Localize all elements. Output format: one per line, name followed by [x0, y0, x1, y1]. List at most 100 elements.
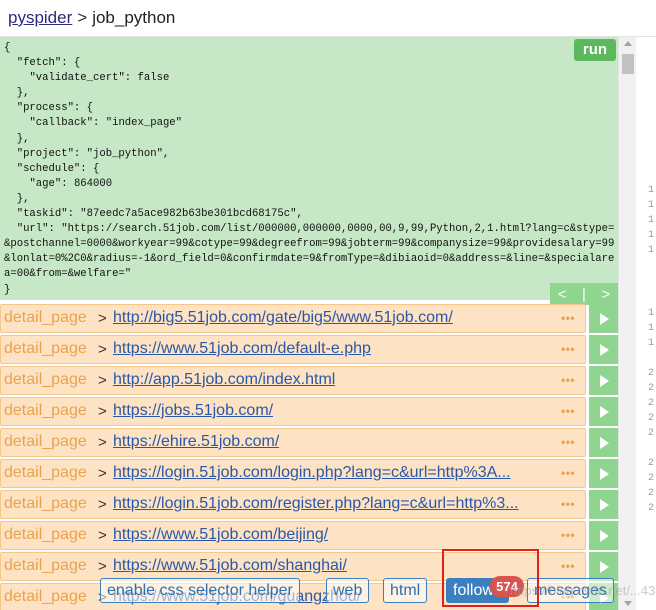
console-line-digit: 1 [647, 308, 654, 319]
play-icon [599, 436, 609, 449]
follow-callback[interactable]: detail_page [4, 402, 87, 420]
play-icon [599, 560, 609, 573]
follow-url-link[interactable]: https://ehire.51job.com/ [113, 433, 279, 451]
follow-row: detail_page > https://login.51job.com/logi… [0, 459, 618, 490]
json-line: }, [4, 192, 30, 205]
follow-row: detail_page > https://jobs.51job.com/ ••• [0, 397, 618, 428]
console-line-digit: 2 [647, 503, 654, 514]
console-line-digit: 2 [647, 398, 654, 409]
play-icon [599, 343, 609, 356]
debug-left-pane: { "fetch": { "validate_cert": false }, "… [0, 37, 618, 610]
follow-run-button[interactable] [589, 521, 618, 550]
scroll-down-arrow-icon[interactable] [624, 601, 632, 606]
follow-arrow: > [98, 403, 107, 420]
follow-callback[interactable]: detail_page [4, 588, 87, 606]
scrollbar-thumb[interactable] [622, 54, 634, 74]
follow-url-link[interactable]: https://login.51job.com/register.php?lan… [113, 495, 519, 513]
console-line-digit: 1 [647, 215, 654, 226]
follow-callback[interactable]: detail_page [4, 495, 87, 513]
follow-details-more-icon[interactable]: ••• [561, 342, 575, 356]
console-line-digit: 1 [647, 200, 654, 211]
vertical-scrollbar[interactable] [618, 37, 636, 610]
tab-html[interactable]: html [383, 578, 428, 603]
json-line: "age": 864000 [4, 177, 113, 190]
next-task-button[interactable]: > [601, 286, 610, 303]
follow-row-background [0, 428, 586, 457]
prev-task-button[interactable]: < [558, 286, 567, 303]
follow-url-link[interactable]: https://www.51job.com/shanghai/ [113, 557, 347, 575]
follow-arrow: > [98, 372, 107, 389]
follow-details-more-icon[interactable]: ••• [561, 466, 575, 480]
follow-details-more-icon[interactable]: ••• [561, 404, 575, 418]
breadcrumb-home-link[interactable]: pyspider [8, 8, 72, 27]
follow-run-button[interactable] [589, 428, 618, 457]
follow-callback[interactable]: detail_page [4, 526, 87, 544]
follow-callback[interactable]: detail_page [4, 433, 87, 451]
header-bar: pyspider > job_python [0, 0, 656, 37]
follow-row-background [0, 397, 586, 426]
console-gutter: 1 1 1 1 1 1 1 1 2 2 2 2 2 2 2 2 2 [637, 37, 656, 610]
follow-run-button[interactable] [589, 335, 618, 364]
follow-row: detail_page > https://login.51job.com/regi… [0, 490, 618, 521]
follow-callback[interactable]: detail_page [4, 464, 87, 482]
follow-url-link[interactable]: https://www.51job.com/default-e.php [113, 340, 371, 358]
follow-url-link[interactable]: https://jobs.51job.com/ [113, 402, 273, 420]
follow-run-button[interactable] [589, 459, 618, 488]
follow-arrow: > [98, 558, 107, 575]
scroll-up-arrow-icon[interactable] [624, 41, 632, 46]
json-line: "fetch": { [4, 57, 81, 70]
play-icon [599, 312, 609, 325]
follow-run-button[interactable] [589, 552, 618, 581]
follow-row: detail_page>https://www.51job.com/guangz… [0, 583, 618, 610]
follow-run-button[interactable] [589, 397, 618, 426]
json-line: "url": "https://search.51job.com/list/00… [4, 223, 615, 281]
json-line: "taskid": "87eedc7a5ace982b63be301bcd681… [4, 208, 303, 221]
follow-arrow: > [98, 310, 107, 327]
follow-callback[interactable]: detail_page [4, 557, 87, 575]
follow-row: detail_page > https://www.51job.com/beijin… [0, 521, 618, 552]
console-line-digit: 1 [647, 245, 654, 256]
json-line: }, [4, 87, 30, 100]
tab-css-selector-helper[interactable]: enable css selector helper [100, 578, 300, 603]
tab-messages[interactable]: messages [527, 578, 614, 603]
console-line-digit: 2 [647, 383, 654, 394]
follow-callback[interactable]: detail_page [4, 309, 87, 327]
play-icon [599, 467, 609, 480]
follow-run-button[interactable] [589, 490, 618, 519]
follow-row: detail_page > http://app.51job.com/index.h… [0, 366, 618, 397]
follow-run-button[interactable] [589, 366, 618, 395]
run-button[interactable]: run [574, 39, 616, 61]
follow-arrow: > [98, 527, 107, 544]
follow-details-more-icon[interactable]: ••• [561, 311, 575, 325]
console-line-digit: 2 [647, 368, 654, 379]
follow-url-link[interactable]: https://www.51job.com/beijing/ [113, 526, 328, 544]
play-icon [599, 374, 609, 387]
follow-url-link[interactable]: http://big5.51job.com/gate/big5/www.51jo… [113, 309, 453, 327]
follow-details-more-icon[interactable]: ••• [561, 497, 575, 511]
follow-callback[interactable]: detail_page [4, 340, 87, 358]
console-line-digit: 2 [647, 413, 654, 424]
tab-web[interactable]: web [326, 578, 370, 603]
follow-details-more-icon[interactable]: ••• [561, 373, 575, 387]
follow-arrow: > [98, 496, 107, 513]
follow-arrow: > [98, 341, 107, 358]
follow-details-more-icon[interactable]: ••• [561, 559, 575, 573]
breadcrumb: pyspider > job_python [8, 8, 175, 28]
console-line-digit: 1 [647, 323, 654, 334]
follow-run-button[interactable] [589, 304, 618, 333]
follow-arrow: > [98, 465, 107, 482]
json-line: "validate_cert": false [4, 72, 170, 85]
follow-details-more-icon[interactable]: ••• [561, 528, 575, 542]
follow-arrow: > [98, 434, 107, 451]
follow-url-link[interactable]: https://login.51job.com/login.php?lang=c… [113, 464, 511, 482]
json-line: "process": { [4, 102, 94, 115]
play-icon [599, 405, 609, 418]
json-line: }, [4, 132, 30, 145]
follow-url-link[interactable]: http://app.51job.com/index.html [113, 371, 335, 389]
follow-details-more-icon[interactable]: ••• [561, 435, 575, 449]
nav-divider: | [582, 285, 586, 303]
follow-callback[interactable]: detail_page [4, 371, 87, 389]
breadcrumb-project-name: job_python [92, 8, 176, 27]
play-icon [599, 529, 609, 542]
console-line-digit: 1 [647, 230, 654, 241]
